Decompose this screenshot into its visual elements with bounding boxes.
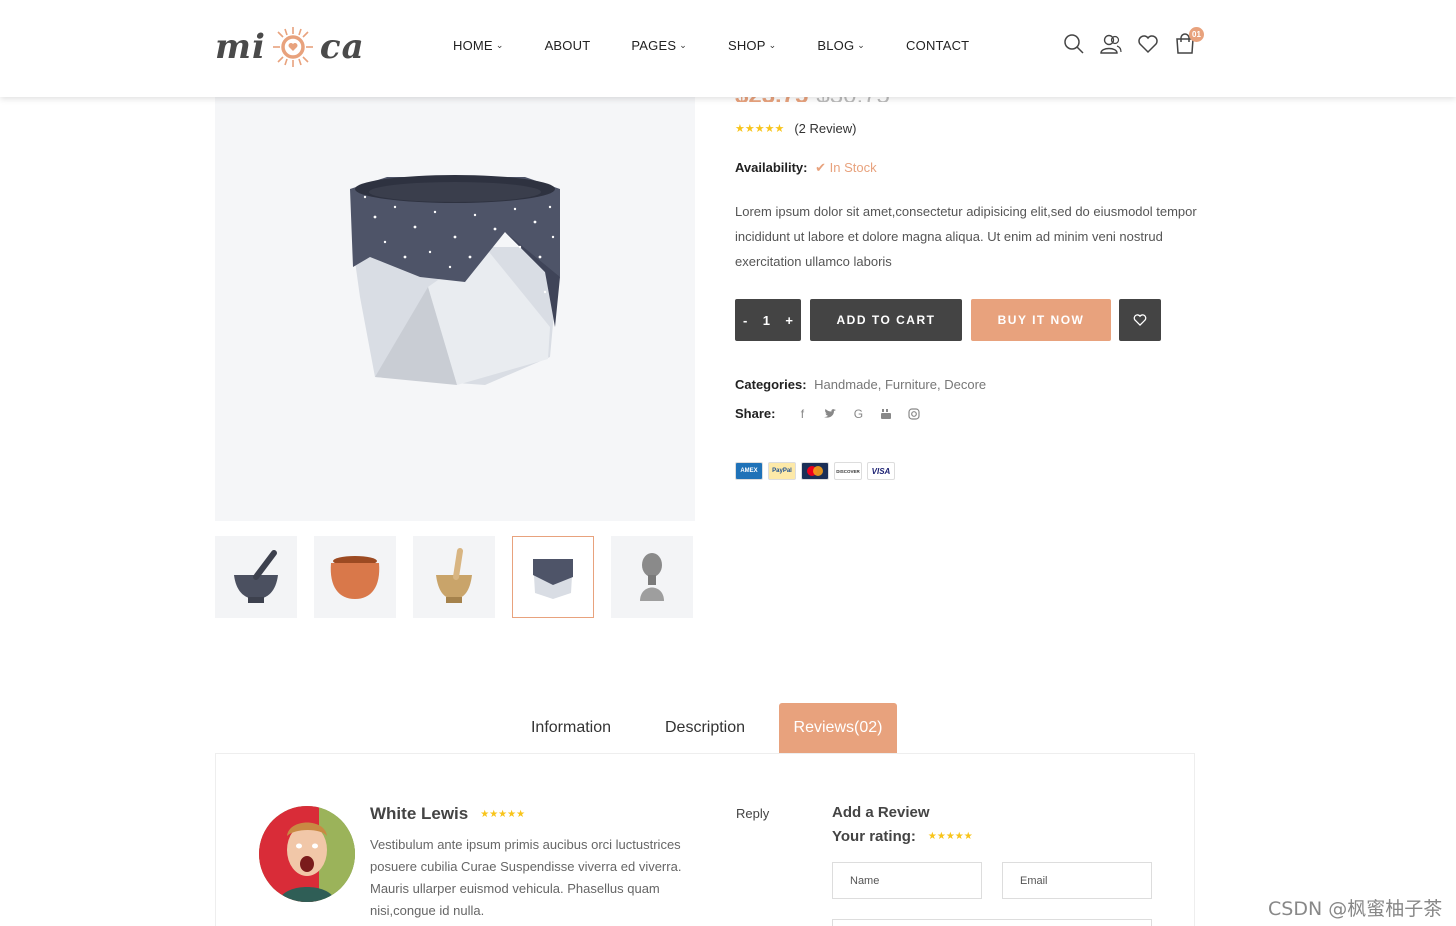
nav-shop[interactable]: SHOP ⌄ — [728, 38, 776, 53]
your-rating-label: Your rating: — [832, 828, 916, 845]
buy-now-button[interactable]: BUY IT NOW — [971, 299, 1111, 341]
review-text: Vestibulum ante ipsum primis aucibus orc… — [370, 837, 682, 918]
purchase-actions: - 1 + ADD TO CART BUY IT NOW — [735, 299, 1161, 341]
qty-plus-button[interactable]: + — [785, 313, 793, 328]
chevron-down-icon: ⌄ — [679, 40, 687, 50]
nav-about[interactable]: ABOUT — [545, 38, 591, 53]
watermark: CSDN @枫蜜柚子茶 — [1268, 898, 1443, 920]
nav-pages[interactable]: PAGES ⌄ — [631, 38, 687, 53]
check-icon: ✔ — [815, 160, 827, 175]
payment-methods: AMEX PayPal DISCOVER VISA — [735, 462, 900, 480]
nav-pages-label: PAGES — [631, 38, 677, 53]
cart-icon[interactable]: 01 — [1174, 27, 1204, 55]
tab-description[interactable]: Description — [653, 703, 757, 753]
name-field[interactable] — [832, 862, 982, 899]
nav-home[interactable]: HOME ⌄ — [453, 38, 504, 53]
product-description: Lorem ipsum dolor sit amet,consectetur a… — [735, 204, 1197, 269]
qty-minus-button[interactable]: - — [743, 313, 747, 328]
qty-value[interactable]: 1 — [763, 313, 770, 328]
thumb-hexagon-planter[interactable] — [512, 536, 594, 618]
logo-text-right: ca — [319, 27, 365, 67]
logo[interactable]: mi ca — [215, 22, 365, 72]
share-label: Share: — [735, 406, 776, 421]
nav-contact-label: CONTACT — [906, 38, 970, 53]
add-review-title: Add a Review — [832, 804, 930, 821]
instagram-icon[interactable] — [907, 407, 921, 421]
paypal-icon: PayPal — [768, 462, 796, 480]
add-to-cart-button[interactable]: ADD TO CART — [810, 299, 962, 341]
chevron-down-icon: ⌄ — [768, 40, 777, 50]
facebook-icon[interactable]: f — [795, 407, 809, 421]
nav-shop-label: SHOP — [727, 38, 766, 53]
categories-list[interactable]: Handmade, Furniture, Decore — [814, 377, 986, 392]
rating-stars: ★★★★★ — [735, 123, 785, 135]
youtube-icon[interactable] — [879, 407, 893, 421]
chevron-down-icon: ⌄ — [495, 40, 504, 50]
hexagon-planter-image — [350, 175, 560, 385]
nav-home-label: HOME — [453, 38, 493, 53]
reviewer-name-text: White Lewis — [370, 804, 469, 823]
product-main-image[interactable] — [215, 97, 695, 521]
review-stars: ★★★★★ — [480, 808, 526, 820]
cart-count-badge: 01 — [1189, 27, 1204, 42]
your-rating: Your rating: ★★★★★ — [832, 828, 973, 845]
thumb-clay-pot[interactable] — [314, 536, 396, 618]
rating-input-stars[interactable]: ★★★★★ — [928, 831, 973, 842]
tab-information[interactable]: Information — [519, 703, 623, 753]
visa-icon: VISA — [867, 462, 895, 480]
google-icon[interactable]: G — [851, 407, 865, 421]
product-categories: Categories: Handmade, Furniture, Decore — [735, 377, 986, 392]
stock-text: In Stock — [829, 160, 877, 175]
mastercard-icon — [801, 462, 829, 480]
nav-blog-label: BLOG — [817, 38, 855, 53]
amex-icon: AMEX — [735, 462, 763, 480]
chevron-down-icon: ⌄ — [857, 40, 866, 50]
avatar — [259, 806, 355, 902]
reviewer-name: White Lewis ★★★★★ — [370, 804, 525, 824]
thumb-wood-mortar[interactable] — [413, 536, 495, 618]
categories-label: Categories: — [735, 377, 807, 392]
quantity-stepper[interactable]: - 1 + — [735, 299, 801, 341]
availability-label: Availability: — [735, 160, 808, 175]
thumbnail-gallery — [215, 536, 710, 618]
nav-contact[interactable]: CONTACT — [906, 38, 969, 53]
share-row: Share: f G — [735, 406, 935, 421]
in-stock-status: ✔ In Stock — [815, 160, 877, 175]
logo-sun-icon — [272, 27, 313, 67]
reply-link[interactable]: Reply — [736, 806, 769, 821]
thumb-bust-statue[interactable] — [611, 536, 693, 618]
product-rating: ★★★★★ (2 Review) — [735, 121, 856, 136]
search-icon[interactable] — [1063, 33, 1085, 55]
email-field[interactable] — [1002, 862, 1152, 899]
product-tabs: Information Description Reviews(02) — [0, 703, 1456, 753]
discover-icon: DISCOVER — [834, 462, 862, 480]
wishlist-button[interactable] — [1119, 299, 1161, 341]
site-header: mi ca HOME ⌄ ABOUT PAGES ⌄ SHOP ⌄ BLOG ⌄ CON… — [0, 0, 1456, 97]
user-icon[interactable] — [1100, 33, 1122, 55]
nav-blog[interactable]: BLOG ⌄ — [817, 38, 865, 53]
twitter-icon[interactable] — [823, 407, 837, 421]
logo-text-left: mi — [215, 27, 266, 67]
review-count[interactable]: (2 Review) — [794, 121, 856, 136]
availability: Availability: ✔ In Stock — [735, 160, 877, 176]
header-icons: 01 — [1063, 27, 1211, 55]
nav-about-label: ABOUT — [544, 38, 591, 53]
heart-icon[interactable] — [1137, 33, 1159, 55]
main-nav: HOME ⌄ ABOUT PAGES ⌄ SHOP ⌄ BLOG ⌄ CONTACT — [453, 38, 1010, 53]
thumb-mortar-grey[interactable] — [215, 536, 297, 618]
tab-reviews[interactable]: Reviews(02) — [779, 703, 897, 753]
message-field[interactable] — [832, 919, 1152, 926]
heart-icon — [1133, 314, 1147, 326]
